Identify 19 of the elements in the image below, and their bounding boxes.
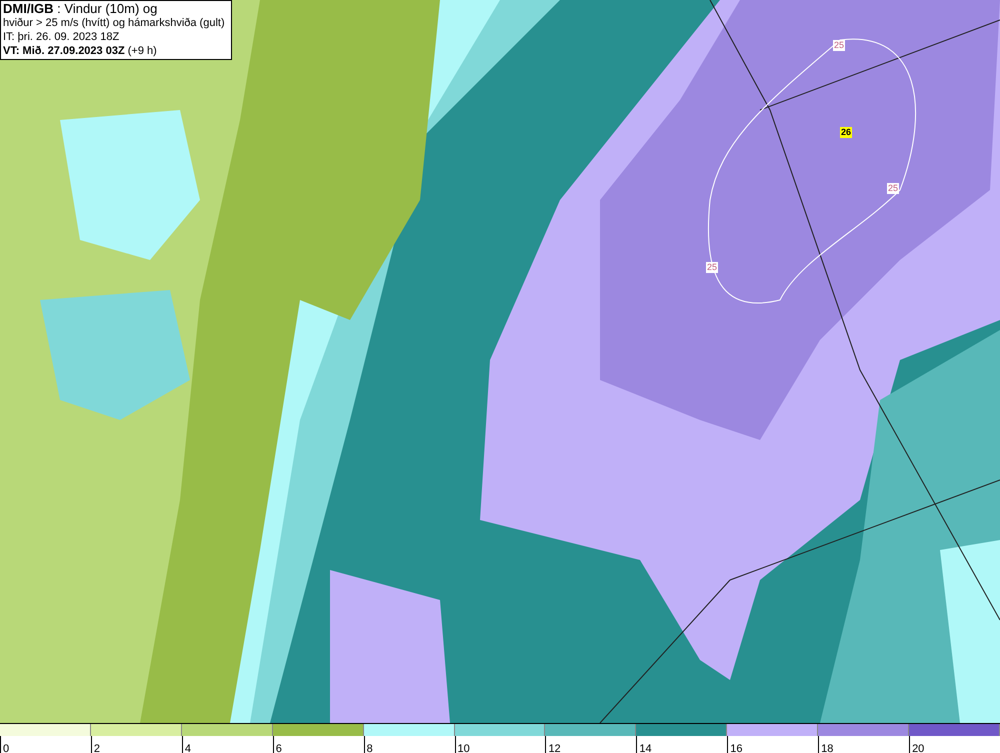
title-line: IT: þri. 26. 09. 2023 18Z [3,30,120,44]
legend-tick-label: 0 [2,743,10,753]
legend-tick-label: 12 [547,743,561,753]
contour-label: 26 [840,127,852,138]
legend-tick-label: 10 [456,743,470,753]
legend-tick-label: 8 [366,743,373,753]
title-line: VT: Mið. 27.09.2023 03Z (+9 h) [3,44,158,58]
legend-tick-label: 4 [184,743,191,753]
legend-tick-label: 16 [729,743,742,753]
legend-tick-label: 6 [274,743,282,753]
title-line: hviður > 25 m/s (hvítt) og hámarkshviða (gult) [3,16,226,30]
title-line: DMI/IGB : Vindur (10m) og [3,2,158,16]
legend-tick-label: 20 [911,743,924,753]
legend-tick-label: 14 [638,743,652,753]
legend-tick-label: 2 [92,743,100,753]
contour-label: 25 [833,40,846,51]
legend-tick-label: 18 [820,743,834,753]
contour-label: 25 [706,262,718,273]
contour-label: 25 [887,183,900,194]
